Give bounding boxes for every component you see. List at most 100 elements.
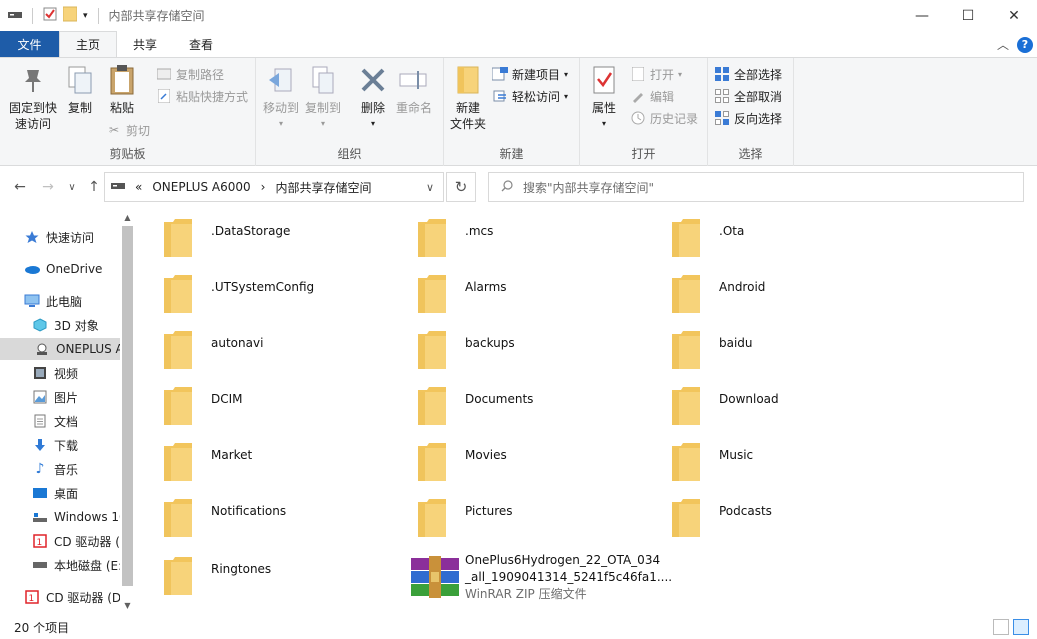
properties-button[interactable]: 属性 ▾ bbox=[586, 64, 622, 132]
refresh-icon[interactable]: ↻ bbox=[446, 172, 476, 202]
sidebar-item-onedrive[interactable]: OneDrive bbox=[24, 258, 135, 280]
customize-toolbar-icon[interactable]: ▾ bbox=[83, 11, 88, 21]
new-folder-button[interactable]: 新建 文件夹 bbox=[448, 64, 488, 132]
tab-home[interactable]: 主页 bbox=[59, 31, 118, 57]
copy-to-button[interactable]: 复制到 ▾ bbox=[304, 64, 342, 132]
zip-file-tile[interactable]: OnePlus6Hydrogen_22_OTA_034 _all_19090413… bbox=[389, 544, 679, 604]
scrollbar-thumb[interactable] bbox=[122, 226, 133, 586]
file-view: .DataStorage .mcs .Ota .UTSystemConfig Alarm… bbox=[135, 208, 1037, 615]
file-tile[interactable]: Pictures bbox=[389, 488, 639, 538]
file-tile[interactable]: .UTSystemConfig bbox=[135, 264, 385, 314]
select-none-label: 全部取消 bbox=[734, 89, 783, 104]
file-tile[interactable]: Movies bbox=[389, 432, 639, 482]
open-button[interactable]: 打开 ▾ bbox=[630, 64, 682, 84]
new-item-label: 新建项目 bbox=[512, 67, 561, 82]
file-tile[interactable]: Android bbox=[643, 264, 893, 314]
move-to-button[interactable]: 移动到 ▾ bbox=[262, 64, 300, 132]
recent-locations-chevron-icon[interactable]: ∨ bbox=[62, 177, 82, 197]
file-tile[interactable]: autonavi bbox=[135, 320, 385, 370]
file-tile[interactable]: Podcasts bbox=[643, 488, 893, 538]
chevron-up-icon[interactable]: ︿ bbox=[997, 36, 1009, 53]
file-tile[interactable]: Ringtones bbox=[135, 546, 385, 596]
tab-share[interactable]: 共享 bbox=[117, 31, 173, 57]
move-to-icon bbox=[265, 64, 297, 96]
file-name: Podcasts bbox=[719, 504, 772, 518]
minimize-button[interactable]: — bbox=[899, 0, 945, 31]
details-view-icon[interactable] bbox=[993, 619, 1009, 635]
file-tile[interactable]: Download bbox=[643, 376, 893, 426]
folder-icon bbox=[163, 442, 193, 482]
sidebar-scrollbar[interactable]: ▲ ▼ bbox=[120, 208, 135, 615]
maximize-button[interactable]: ☐ bbox=[945, 0, 991, 31]
cube-icon bbox=[32, 317, 48, 333]
invert-selection-label: 反向选择 bbox=[734, 111, 783, 126]
new-item-icon bbox=[492, 66, 508, 82]
edit-button[interactable]: 编辑 bbox=[630, 86, 674, 106]
forward-arrow-icon[interactable]: → bbox=[38, 177, 58, 197]
sidebar-item-this-pc[interactable]: 此电脑 bbox=[24, 290, 135, 312]
tiles-view-icon[interactable] bbox=[1013, 619, 1029, 635]
rename-label: 重命名 bbox=[395, 101, 432, 115]
folder-icon bbox=[671, 386, 701, 426]
oneplus-drive-icon: 1 bbox=[24, 589, 40, 605]
pin-to-quick-access-button[interactable]: 固定到快 速访问 bbox=[6, 64, 60, 132]
file-tile[interactable]: Market bbox=[135, 432, 385, 482]
file-tile[interactable]: Notifications bbox=[135, 488, 385, 538]
address-dropdown-icon[interactable]: ∨ bbox=[417, 173, 443, 201]
properties-icon[interactable] bbox=[43, 7, 57, 24]
scroll-down-icon[interactable]: ▼ bbox=[120, 598, 135, 613]
file-tile[interactable]: Music bbox=[643, 432, 893, 482]
invert-selection-button[interactable]: 反向选择 bbox=[714, 108, 782, 128]
history-button[interactable]: 历史记录 bbox=[630, 108, 698, 128]
folder-icon bbox=[671, 498, 701, 538]
up-arrow-icon[interactable]: ↑ bbox=[84, 177, 104, 197]
breadcrumb-overflow[interactable]: « bbox=[135, 180, 142, 194]
paste-shortcut-button[interactable]: 粘贴快捷方式 bbox=[156, 86, 248, 106]
sidebar-item-cd-drive-d[interactable]: 1 CD 驱动器 (D:) bbox=[24, 586, 135, 608]
sidebar-item-label: ONEPLUS A6000 bbox=[56, 342, 120, 356]
scroll-up-icon[interactable]: ▲ bbox=[120, 210, 135, 225]
copy-label: 复制 bbox=[67, 101, 92, 115]
breadcrumb-device[interactable]: ONEPLUS A6000 bbox=[152, 180, 250, 194]
sidebar-item-quick-access[interactable]: 快速访问 bbox=[24, 226, 135, 248]
breadcrumb-separator[interactable]: › bbox=[261, 180, 266, 194]
tab-file[interactable]: 文件 bbox=[0, 31, 59, 57]
copy-button[interactable]: 复制 bbox=[62, 64, 98, 116]
paste-label: 粘贴 bbox=[109, 101, 134, 115]
rename-button[interactable]: 重命名 bbox=[394, 64, 434, 116]
search-input[interactable]: 搜索"内部共享存储空间" bbox=[488, 172, 1024, 202]
breadcrumb-current[interactable]: 内部共享存储空间 bbox=[275, 179, 371, 196]
sidebar-item-label: 3D 对象 bbox=[54, 318, 99, 333]
file-tile[interactable]: DCIM bbox=[135, 376, 385, 426]
file-tile[interactable]: Documents bbox=[389, 376, 639, 426]
folder-icon bbox=[452, 64, 484, 96]
file-tile[interactable]: .DataStorage bbox=[135, 208, 385, 258]
organize-group: 移动到 ▾ 复制到 ▾ 删除 ▾ 重命名 组织 bbox=[256, 58, 444, 166]
file-tile[interactable]: Alarms bbox=[389, 264, 639, 314]
select-none-button[interactable]: 全部取消 bbox=[714, 86, 782, 106]
sidebar-item-label: 桌面 bbox=[54, 486, 79, 501]
easy-access-button[interactable]: 轻松访问 ▾ bbox=[492, 86, 568, 106]
file-tile[interactable]: .Ota bbox=[643, 208, 893, 258]
delete-button[interactable]: 删除 ▾ bbox=[356, 64, 390, 132]
cut-label: 剪切 bbox=[126, 123, 151, 138]
paste-button[interactable]: 粘贴 bbox=[102, 64, 142, 116]
cut-button[interactable]: ✂ 剪切 bbox=[106, 120, 150, 140]
file-tile[interactable]: .mcs bbox=[389, 208, 639, 258]
help-icon[interactable]: ? bbox=[1017, 36, 1033, 53]
file-name: Market bbox=[211, 448, 253, 462]
file-tile[interactable]: backups bbox=[389, 320, 639, 370]
item-count: 20 个项目 bbox=[14, 620, 70, 635]
new-item-button[interactable]: 新建项目 ▾ bbox=[492, 64, 568, 84]
close-button[interactable]: ✕ bbox=[991, 0, 1037, 31]
address-bar[interactable]: « ONEPLUS A6000 › 内部共享存储空间 ∨ bbox=[104, 172, 444, 202]
file-tile[interactable]: baidu bbox=[643, 320, 893, 370]
select-all-button[interactable]: 全部选择 bbox=[714, 64, 782, 84]
copy-path-button[interactable]: 复制路径 bbox=[156, 64, 224, 84]
sidebar-item-oneplus[interactable]: ONEPLUS A6000 bbox=[0, 338, 120, 360]
new-folder-icon[interactable] bbox=[62, 6, 78, 25]
back-arrow-icon[interactable]: ← bbox=[10, 177, 30, 197]
tab-view[interactable]: 查看 bbox=[173, 31, 229, 57]
toolbar-divider bbox=[32, 7, 33, 24]
paste-shortcut-icon bbox=[156, 88, 172, 104]
